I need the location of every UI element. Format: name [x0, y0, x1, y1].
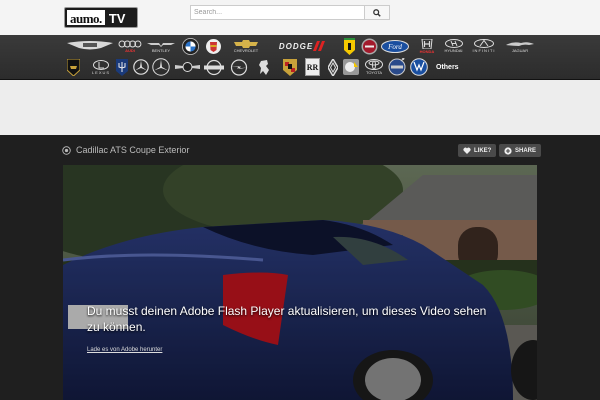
renault-diamond-icon [328, 58, 338, 76]
ford-oval-icon: Ford [381, 39, 409, 53]
honda-h-icon [421, 38, 433, 49]
lamborghini-shield-icon [66, 58, 80, 76]
brand-renault[interactable] [325, 58, 341, 76]
like-label: LIKE? [474, 147, 492, 154]
bentley-wordmark: BENTLEY [151, 47, 171, 53]
brand-volkswagen[interactable] [409, 58, 429, 76]
plus-circle-icon [504, 146, 512, 155]
peugeot-lion-icon [259, 59, 269, 75]
brand-volvo[interactable] [386, 58, 408, 76]
brand-nissan[interactable] [203, 58, 225, 76]
video-section: Cadillac ATS Coupe Exterior LIKE? SHARE [0, 135, 600, 400]
brand-infiniti[interactable]: INFINITI [468, 37, 500, 55]
brand-smart[interactable] [342, 58, 360, 76]
maserati-trident-icon [116, 58, 128, 76]
brand-ford[interactable]: Ford [380, 37, 410, 55]
share-button[interactable]: SHARE [499, 144, 542, 157]
video-title: Cadillac ATS Coupe Exterior [76, 145, 190, 155]
honda-wordmark: HONDA [419, 48, 435, 54]
brand-mercedes-alt[interactable] [151, 58, 171, 76]
smart-logo-icon [343, 59, 359, 75]
brand-lexus[interactable]: LEXUS [87, 58, 115, 76]
logo-text-tv: TV [108, 11, 126, 26]
brand-others-link[interactable]: Others [436, 64, 459, 71]
brand-fiat[interactable] [359, 37, 379, 55]
brand-porsche[interactable] [280, 58, 300, 76]
brand-bentley[interactable]: BENTLEY [145, 37, 177, 55]
toyota-wordmark: TOYOTA [365, 70, 383, 75]
brand-honda[interactable]: HONDA [415, 37, 439, 55]
flash-update-message: Du musst deinen Adobe Flash Player aktua… [87, 304, 487, 334]
brand-mini[interactable] [174, 58, 200, 76]
fiat-badge-icon [361, 38, 377, 54]
toyota-logo-icon [365, 59, 383, 70]
mercedes-star-icon [152, 58, 170, 76]
infiniti-wordmark: INFINITI [472, 48, 496, 53]
brand-hyundai[interactable]: HYUNDAI [441, 37, 466, 55]
aston-martin-logo-icon [67, 41, 113, 50]
brand-cadillac[interactable] [203, 37, 223, 55]
brand-opel[interactable] [228, 58, 250, 76]
infiniti-logo-icon [474, 39, 494, 48]
adobe-download-link[interactable]: Lade es von Adobe herunter [87, 347, 162, 353]
bmw-logo-icon [181, 37, 199, 55]
aumo-tv-logo[interactable]: aumo. TV [64, 7, 138, 28]
like-button[interactable]: LIKE? [458, 144, 497, 157]
rolls-royce-badge-icon: RR [304, 58, 320, 76]
top-header: aumo. TV [0, 0, 600, 35]
bentley-wings-icon [147, 42, 175, 47]
search-icon [373, 8, 381, 17]
brand-audi[interactable]: AUDI [117, 37, 143, 55]
svg-text:Ford: Ford [387, 43, 402, 51]
dodge-stripes-icon [313, 41, 326, 51]
logo-text-aumo: aumo. [67, 10, 105, 26]
opel-blitz-icon [230, 58, 248, 76]
lexus-logo-icon [93, 59, 109, 70]
search-button[interactable] [364, 5, 390, 20]
hyundai-wordmark: HYUNDAI [444, 48, 463, 53]
svg-text:RR: RR [306, 63, 318, 72]
brand-ferrari[interactable] [342, 37, 356, 55]
brand-peugeot[interactable] [254, 58, 274, 76]
vw-logo-icon [410, 58, 428, 76]
brand-bmw[interactable] [180, 37, 200, 55]
jaguar-leaper-icon [506, 41, 534, 46]
brand-aston-martin[interactable] [64, 37, 116, 55]
chevrolet-bowtie-icon [234, 39, 258, 48]
dodge-wordmark: DODGE [278, 41, 314, 51]
ferrari-shield-icon [343, 37, 355, 55]
jaguar-wordmark: JAGUAR [511, 47, 529, 53]
brand-maserati[interactable] [114, 58, 130, 76]
audi-wordmark: AUDI [125, 47, 135, 53]
video-poster-image [63, 165, 537, 400]
brand-rolls-royce[interactable]: RR [302, 58, 322, 76]
mercedes-star-icon [133, 59, 149, 75]
brand-chevrolet[interactable]: CHEVROLET [227, 37, 265, 55]
porsche-crest-icon [283, 58, 297, 76]
mini-wings-icon [174, 62, 200, 72]
nissan-logo-icon [204, 59, 224, 75]
brand-jaguar[interactable]: JAGUAR [503, 37, 537, 55]
search-input[interactable] [190, 5, 365, 20]
video-heading: Cadillac ATS Coupe Exterior [62, 145, 189, 155]
brand-lamborghini[interactable] [64, 58, 82, 76]
heart-icon [463, 147, 471, 154]
volvo-logo-icon [388, 58, 406, 76]
audi-rings-icon [118, 40, 142, 47]
brand-dodge[interactable]: DODGE [265, 37, 339, 55]
share-label: SHARE [515, 147, 537, 154]
brand-mercedes[interactable] [132, 58, 150, 76]
play-circle-icon [62, 145, 71, 155]
hyundai-logo-icon [444, 39, 463, 48]
ad-banner-area [0, 80, 600, 135]
lexus-wordmark: LEXUS [91, 69, 111, 75]
cadillac-crest-icon [205, 38, 221, 54]
brand-toyota[interactable]: TOYOTA [362, 58, 386, 76]
chevrolet-wordmark: CHEVROLET [233, 47, 259, 53]
video-player[interactable]: Du musst deinen Adobe Flash Player aktua… [63, 165, 537, 400]
